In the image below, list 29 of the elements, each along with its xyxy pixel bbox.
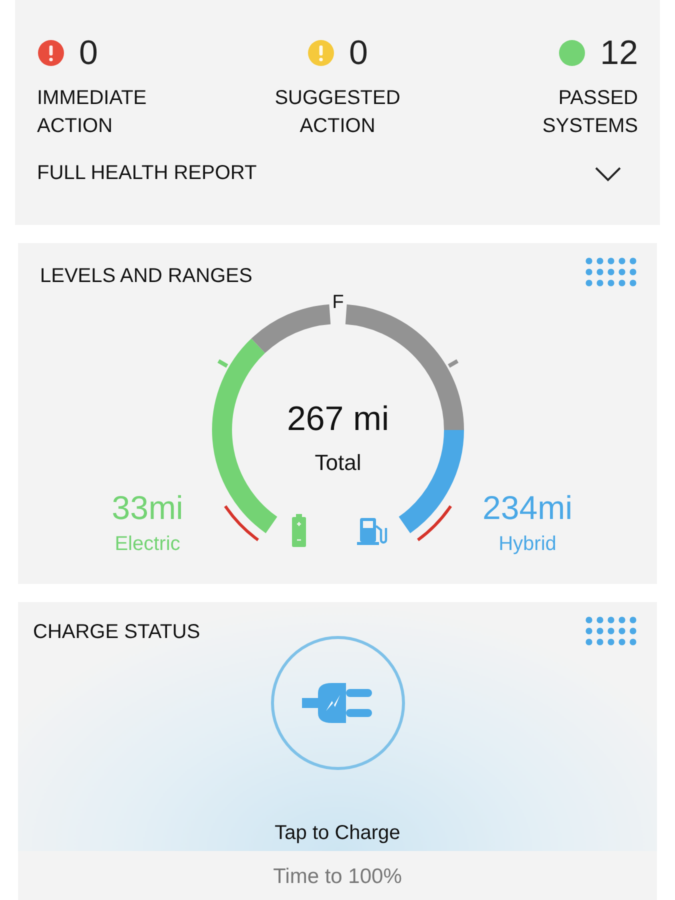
battery-icon	[292, 514, 306, 547]
grid-menu-icon[interactable]	[585, 257, 637, 287]
fuel-pump-icon	[356, 518, 387, 545]
tick-mark	[447, 359, 458, 368]
tick-mark	[216, 359, 228, 368]
charge-button[interactable]	[270, 636, 404, 770]
electric-range: 33mi	[112, 489, 184, 527]
card-title: CHARGE STATUS	[33, 621, 200, 644]
full-mark: F	[332, 292, 344, 313]
status-label: IMMEDIATE ACTION	[37, 86, 148, 139]
status-count: 12	[600, 34, 638, 72]
charge-action-label: Tap to Charge	[274, 822, 400, 845]
total-range: 267 mi	[286, 400, 389, 438]
grid-menu-icon[interactable]	[585, 616, 637, 646]
plug-icon	[302, 681, 374, 725]
low-range-mark	[416, 505, 452, 542]
status-count: 0	[349, 34, 368, 72]
card-title: LEVELS AND RANGES	[40, 265, 252, 288]
time-to-full-label: Time to 100%	[273, 865, 402, 889]
status-label: SUGGESTED ACTION	[274, 86, 402, 139]
status-label: PASSED SYSTEMS	[541, 86, 638, 139]
hybrid-range: 234mi	[482, 489, 572, 527]
status-count: 0	[79, 34, 98, 72]
electric-label: Electric	[114, 533, 180, 556]
report-label: FULL HEALTH REPORT	[37, 162, 257, 185]
total-label: Total	[314, 450, 361, 475]
low-range-mark	[224, 505, 259, 542]
chevron-down-icon[interactable]	[594, 166, 622, 182]
hybrid-label: Hybrid	[498, 533, 556, 556]
